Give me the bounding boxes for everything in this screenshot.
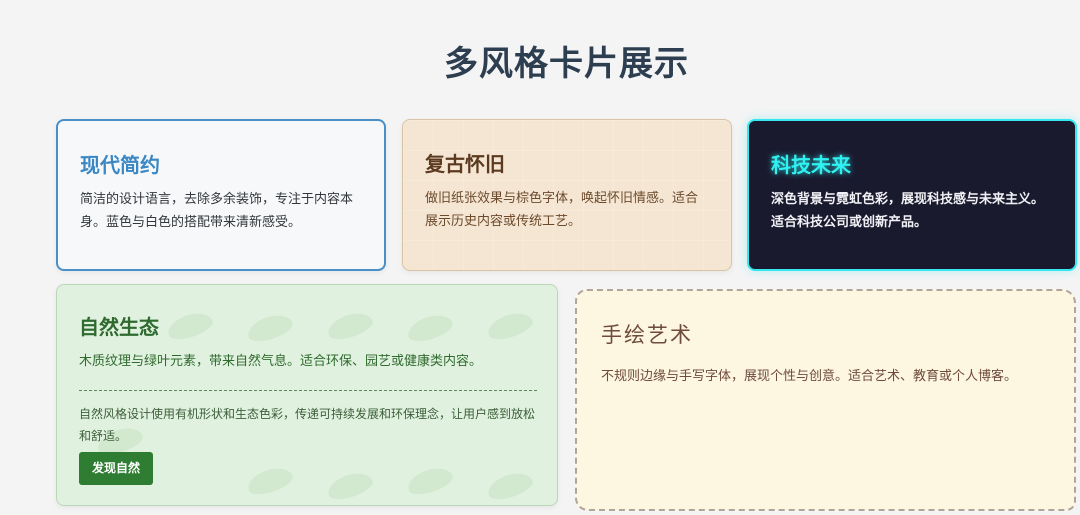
card-retro[interactable]: 复古怀旧 做旧纸张效果与棕色字体，唤起怀旧情感。适合展示历史内容或传统工艺。	[402, 119, 732, 271]
card-modern[interactable]: 现代简约 简洁的设计语言，去除多余装饰，专注于内容本身。蓝色与白色的搭配带来清新…	[56, 119, 386, 271]
card-nature-extra: 自然风格设计使用有机形状和生态色彩，传递可持续发展和环保理念，让用户感到放松和舒…	[79, 407, 536, 443]
leaf-decoration	[164, 308, 216, 344]
discover-nature-button[interactable]: 发现自然	[79, 452, 154, 485]
leaf-decoration	[484, 468, 536, 504]
divider	[79, 390, 537, 391]
card-nature[interactable]: 自然生态 木质纹理与绿叶元素，带来自然气息。适合环保、园艺或健康类内容。 自然风…	[56, 284, 558, 506]
leaf-decoration	[324, 308, 376, 344]
card-hand-drawn[interactable]: 手绘艺术 不规则边缘与手写字体，展现个性与创意。适合艺术、教育或个人博客。	[575, 289, 1076, 511]
leaf-decoration	[484, 308, 536, 344]
card-hand-drawn-description: 不规则边缘与手写字体，展现个性与创意。适合艺术、教育或个人博客。	[601, 369, 1018, 384]
leaf-decoration	[244, 310, 296, 346]
leaf-decoration	[324, 468, 376, 504]
card-nature-description: 木质纹理与绿叶元素，带来自然气息。适合环保、园艺或健康类内容。	[79, 354, 483, 369]
card-tech-title: 科技未来	[771, 153, 851, 177]
page: 多风格卡片展示 现代简约 简洁的设计语言，去除多余装饰，专注于内容本身。蓝色与白…	[0, 0, 1080, 515]
card-nature-title: 自然生态	[79, 315, 159, 339]
card-retro-title: 复古怀旧	[425, 152, 505, 176]
page-title: 多风格卡片展示	[444, 44, 689, 84]
card-tech[interactable]: 科技未来 深色背景与霓虹色彩，展现科技感与未来主义。适合科技公司或创新产品。	[747, 119, 1077, 271]
leaf-decoration	[404, 310, 456, 346]
card-modern-title: 现代简约	[80, 153, 160, 177]
card-retro-description: 做旧纸张效果与棕色字体，唤起怀旧情感。适合展示历史内容或传统工艺。	[425, 191, 699, 229]
leaf-decoration	[244, 463, 296, 499]
leaf-decoration	[404, 463, 456, 499]
card-modern-description: 简洁的设计语言，去除多余装饰，专注于内容本身。蓝色与白色的搭配带来清新感受。	[80, 192, 354, 230]
card-hand-drawn-title: 手绘艺术	[601, 323, 693, 347]
card-tech-description: 深色背景与霓虹色彩，展现科技感与未来主义。适合科技公司或创新产品。	[771, 192, 1045, 230]
